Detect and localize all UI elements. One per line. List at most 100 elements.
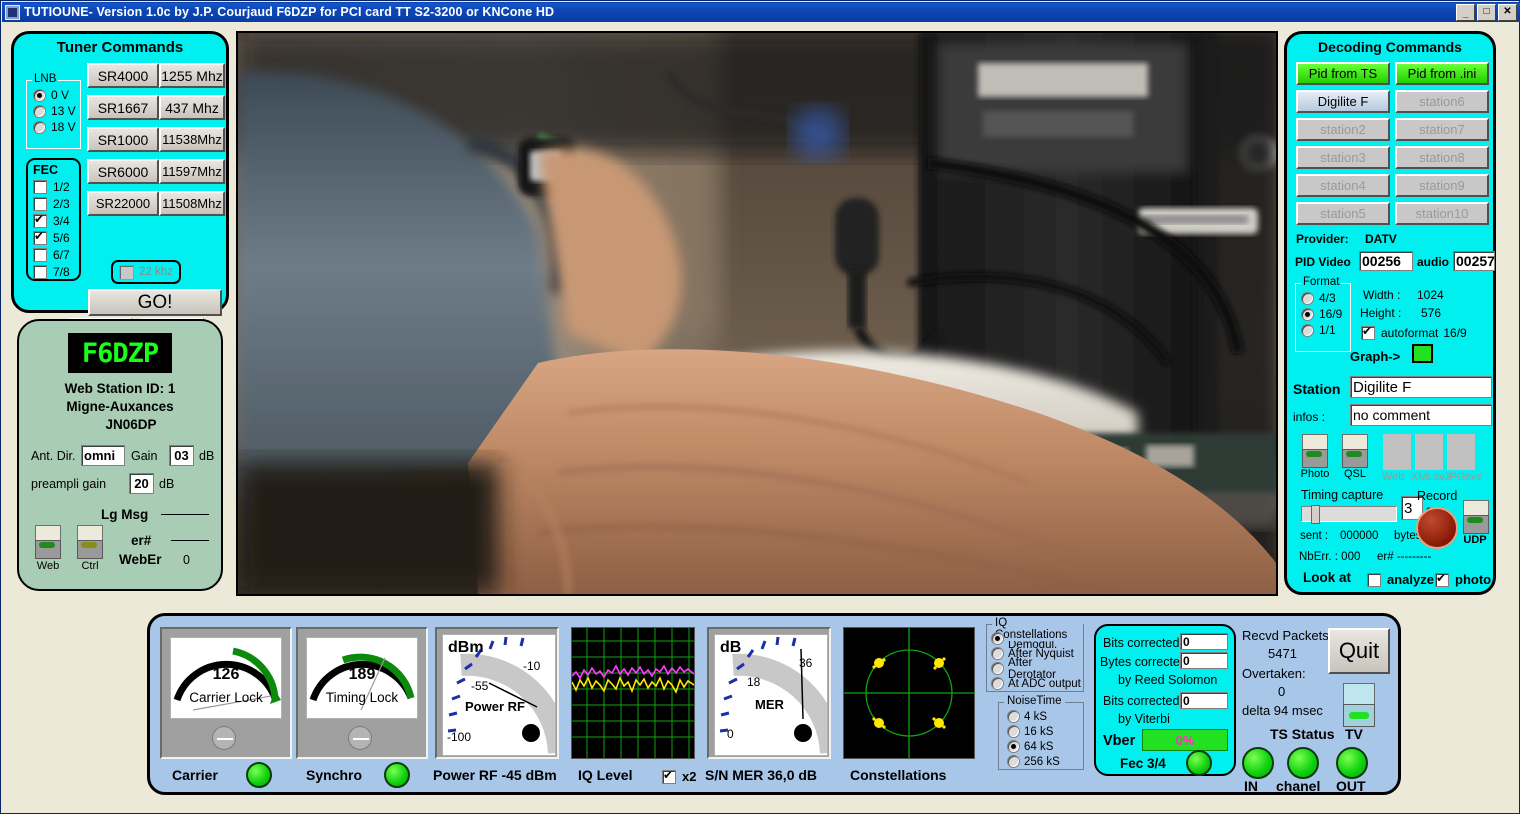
station-button-station4[interactable]: station4 <box>1296 174 1390 197</box>
overtaken-label: Overtaken: <box>1242 666 1306 681</box>
station-button-station2[interactable]: station2 <box>1296 118 1390 141</box>
callsign-text: F6DZP <box>82 338 158 369</box>
autoformat-value: 16/9 <box>1443 326 1466 340</box>
lnb-option-label: 18 V <box>51 120 76 134</box>
gain-unit: dB <box>199 449 214 463</box>
quit-button[interactable]: Quit <box>1328 628 1390 674</box>
power-tick-bot: -100 <box>447 730 471 744</box>
lnb-option-13v[interactable]: 13 V <box>33 103 80 119</box>
station-name-input[interactable]: Digilite F <box>1350 376 1492 398</box>
slider-handle[interactable] <box>1311 505 1320 524</box>
checkbox-icon <box>662 770 676 784</box>
noise-option-16ks[interactable]: 16 kS <box>1007 724 1083 739</box>
window-title: TUTIOUNE- Version 1.0c by J.P. Courjaud … <box>24 5 554 19</box>
ant-dir-input[interactable]: omni <box>81 445 125 466</box>
infos-input[interactable]: no comment <box>1350 404 1492 426</box>
freq-button-11538[interactable]: 11538Mhz <box>159 127 225 152</box>
fec-option-3-4[interactable]: 3/4 <box>33 212 79 229</box>
format-legend: Format <box>1301 276 1341 288</box>
web-save-button[interactable] <box>1383 434 1411 470</box>
khz22-label: 22 khz <box>139 266 173 278</box>
fec-option-7-8[interactable]: 7/8 <box>33 263 79 280</box>
iq-option-at-adc-output[interactable]: At ADC output <box>991 676 1083 691</box>
iq-option-after-derotator[interactable]: After Derotator <box>991 661 1083 676</box>
freq-button-437[interactable]: 437 Mhz <box>159 95 225 120</box>
bits-corrected-input[interactable]: 0 <box>1180 633 1228 650</box>
sr-button-sr6000[interactable]: SR6000 <box>87 159 159 184</box>
maximize-button[interactable]: □ <box>1477 4 1496 21</box>
minimize-button[interactable]: _ <box>1456 4 1475 21</box>
preampli-input[interactable]: 20 <box>129 473 154 494</box>
noise-option-4ks[interactable]: 4 kS <box>1007 709 1083 724</box>
tv-toggle[interactable] <box>1343 683 1375 727</box>
format-option-16-9[interactable]: 16/9 <box>1301 306 1350 322</box>
checkbox-icon <box>33 248 47 262</box>
carrier-knob[interactable] <box>212 726 236 750</box>
app-icon <box>5 5 20 20</box>
noise-option-label: 4 kS <box>1024 711 1047 723</box>
qsl-toggle[interactable]: QSL <box>1342 434 1370 480</box>
lnb-option-18v[interactable]: 18 V <box>33 119 80 135</box>
noise-option-64ks[interactable]: 64 kS <box>1007 739 1083 754</box>
jpgsve-save-button[interactable] <box>1447 434 1475 470</box>
autoformat-checkbox[interactable]: autoformat 16/9 <box>1361 324 1467 341</box>
fec-option-6-7[interactable]: 6/7 <box>33 246 79 263</box>
station-button-station6[interactable]: station6 <box>1395 90 1489 113</box>
recvd-packets-label: Recvd Packets: <box>1242 628 1332 643</box>
sr-button-sr4000[interactable]: SR4000 <box>87 63 159 88</box>
freq-button-1255[interactable]: 1255 Mhz <box>159 63 225 88</box>
freq-button-11597[interactable]: 11597Mhz <box>159 159 225 184</box>
photo-toggle[interactable]: Photo <box>1302 434 1330 480</box>
fec-option-1-2[interactable]: 1/2 <box>33 178 79 195</box>
xmlsv-save-button[interactable] <box>1415 434 1443 470</box>
udp-toggle[interactable]: UDP <box>1463 500 1490 546</box>
bytes-corrected-input[interactable]: 0 <box>1180 652 1228 669</box>
timing-capture-slider[interactable] <box>1301 506 1397 522</box>
pid-from-ts-button[interactable]: Pid from TS <box>1296 62 1390 85</box>
bits-corrected-label: Bits corrected <box>1103 636 1179 650</box>
analyze-checkbox[interactable]: analyze <box>1367 571 1434 588</box>
sr-button-sr22000[interactable]: SR22000 <box>87 191 159 216</box>
gain-label: Gain <box>131 449 157 463</box>
close-button[interactable]: ✕ <box>1498 4 1517 21</box>
format-option-1-1[interactable]: 1/1 <box>1301 322 1350 338</box>
station-button-station5[interactable]: station5 <box>1296 202 1390 225</box>
format-option-4-3[interactable]: 4/3 <box>1301 290 1350 306</box>
gain-input[interactable]: 03 <box>169 445 194 466</box>
photo-checkbox[interactable]: photo <box>1435 571 1491 588</box>
iq-x2-checkbox[interactable]: x2 <box>662 768 696 785</box>
graph-indicator[interactable] <box>1412 344 1433 363</box>
bits-viterbi-input[interactable]: 0 <box>1180 692 1228 709</box>
web-toggle[interactable]: Web <box>35 525 63 572</box>
ctrl-toggle[interactable]: Ctrl <box>77 525 105 572</box>
synchro-knob[interactable] <box>348 726 372 750</box>
go-button[interactable]: GO! <box>88 289 222 316</box>
lnb-option-label: 13 V <box>51 104 76 118</box>
checkbox-icon <box>1435 573 1449 587</box>
fec-option-5-6[interactable]: 5/6 <box>33 229 79 246</box>
width-label: Width : <box>1363 288 1400 302</box>
video-preview[interactable] <box>236 31 1278 596</box>
bottom-status-bar: 126 Carrier Lock Carrier 189 Timing Lock <box>147 613 1401 795</box>
bits-viterbi-label: Bits corrected <box>1103 694 1179 708</box>
station-button-station3[interactable]: station3 <box>1296 146 1390 169</box>
station-button-digilite-f[interactable]: Digilite F <box>1296 90 1390 113</box>
station-button-station10[interactable]: station10 <box>1395 202 1489 225</box>
freq-button-11508[interactable]: 11508Mhz <box>159 191 225 216</box>
record-button[interactable] <box>1416 507 1458 549</box>
audio-input[interactable]: 00257 <box>1453 251 1495 271</box>
sr-button-sr1000[interactable]: SR1000 <box>87 127 159 152</box>
decoding-commands-title: Decoding Commands <box>1287 39 1493 55</box>
fec-option-2-3[interactable]: 2/3 <box>33 195 79 212</box>
pid-from-ini-button[interactable]: Pid from .ini <box>1395 62 1489 85</box>
sr-button-sr1667[interactable]: SR1667 <box>87 95 159 120</box>
station-locator: JN06DP <box>19 417 221 432</box>
noise-option-256ks[interactable]: 256 kS <box>1007 754 1083 769</box>
khz22-checkbox[interactable]: 22 khz <box>111 260 181 284</box>
checkbox-icon <box>33 231 47 245</box>
station-button-station7[interactable]: station7 <box>1395 118 1489 141</box>
pid-video-input[interactable]: 00256 <box>1359 251 1413 271</box>
lnb-option-0v[interactable]: 0 V <box>33 87 80 103</box>
station-button-station9[interactable]: station9 <box>1395 174 1489 197</box>
station-button-station8[interactable]: station8 <box>1395 146 1489 169</box>
